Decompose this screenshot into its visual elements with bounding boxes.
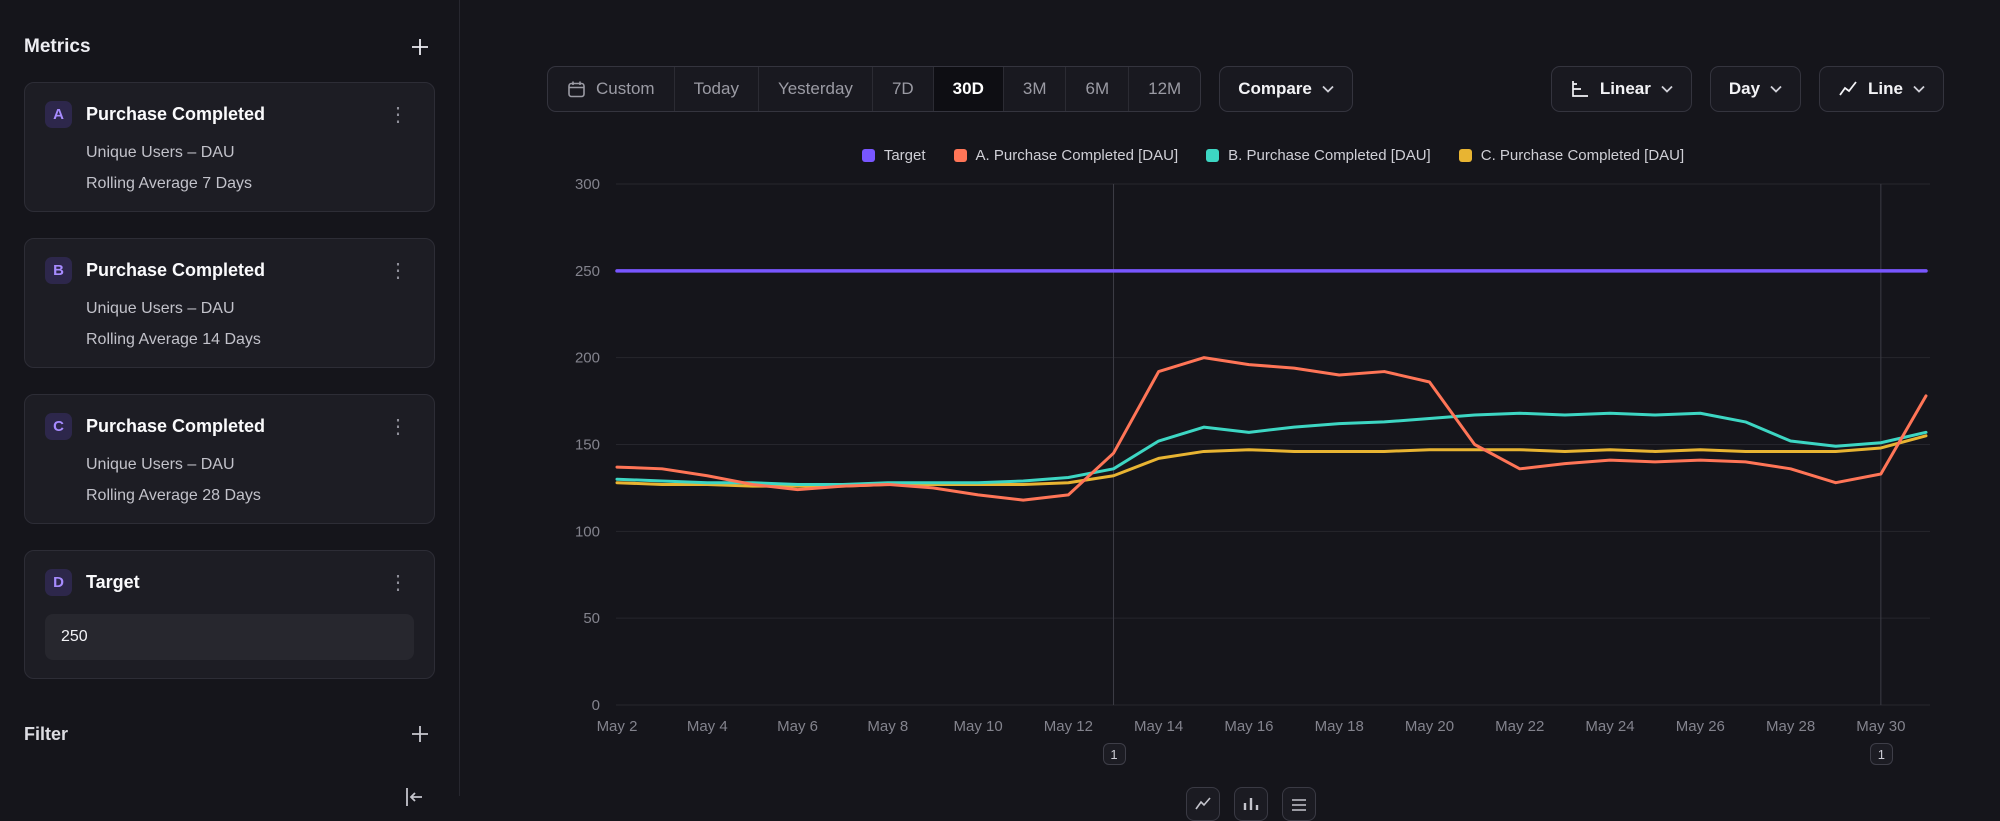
- sidebar-header: Metrics: [24, 30, 435, 64]
- metric-card-b[interactable]: B Purchase Completed ⋮ Unique Users – DA…: [24, 238, 435, 368]
- kebab-menu-icon[interactable]: ⋮: [382, 103, 414, 127]
- line-chart: 0 50 100 150 200 250 300 May 2 May 4 May 6 May 8 Ma…: [460, 0, 2000, 796]
- y-tick-label: 50: [583, 610, 600, 627]
- metric-card-header: B Purchase Completed ⋮: [45, 257, 414, 284]
- kebab-menu-icon[interactable]: ⋮: [382, 415, 414, 439]
- x-tick-label: May 18: [1315, 718, 1364, 735]
- metric-rolling-average[interactable]: Rolling Average 14 Days: [45, 331, 414, 349]
- metric-measure[interactable]: Unique Users – DAU: [45, 144, 414, 162]
- metric-measure[interactable]: Unique Users – DAU: [45, 456, 414, 474]
- metric-badge: C: [45, 413, 72, 440]
- collapse-left-icon: [402, 785, 426, 809]
- x-tick-label: May 24: [1585, 718, 1634, 735]
- x-tick-label: May 30: [1856, 718, 1905, 735]
- metric-title: Purchase Completed: [86, 416, 368, 437]
- y-tick-label: 250: [575, 263, 600, 280]
- metric-card-c[interactable]: C Purchase Completed ⋮ Unique Users – DA…: [24, 394, 435, 524]
- target-card[interactable]: D Target ⋮: [24, 550, 435, 679]
- collapse-sidebar-button[interactable]: [398, 781, 430, 813]
- kebab-menu-icon[interactable]: ⋮: [382, 259, 414, 283]
- metric-title: Purchase Completed: [86, 260, 368, 281]
- metric-rolling-average[interactable]: Rolling Average 28 Days: [45, 487, 414, 505]
- metric-rolling-average[interactable]: Rolling Average 7 Days: [45, 175, 414, 193]
- metric-card-header: C Purchase Completed ⋮: [45, 413, 414, 440]
- target-card-header: D Target ⋮: [45, 569, 414, 596]
- y-tick-label: 300: [575, 176, 600, 193]
- metric-badge: A: [45, 101, 72, 128]
- y-tick-label: 150: [575, 437, 600, 454]
- chart-style-stacked-button[interactable]: [1282, 787, 1316, 821]
- plus-icon: [409, 723, 431, 745]
- metric-card-a[interactable]: A Purchase Completed ⋮ Unique Users – DA…: [24, 82, 435, 212]
- x-tick-label: May 28: [1766, 718, 1815, 735]
- metric-title: Purchase Completed: [86, 104, 368, 125]
- metric-measure[interactable]: Unique Users – DAU: [45, 300, 414, 318]
- y-tick-label: 200: [575, 350, 600, 367]
- x-tick-label: May 16: [1224, 718, 1273, 735]
- chart-panel: Custom Today Yesterday 7D 30D 3M 6M 12M …: [460, 0, 2000, 796]
- chart-style-line-button[interactable]: [1186, 787, 1220, 821]
- add-metric-button[interactable]: [405, 32, 435, 62]
- kebab-menu-icon[interactable]: ⋮: [382, 571, 414, 595]
- y-tick-label: 100: [575, 523, 600, 540]
- target-title: Target: [86, 572, 368, 593]
- x-tick-label: May 20: [1405, 718, 1454, 735]
- x-tick-label: May 14: [1134, 718, 1183, 735]
- metric-badge: B: [45, 257, 72, 284]
- metrics-sidebar: Metrics A Purchase Completed ⋮ Unique Us…: [0, 0, 460, 796]
- filter-section-header: Filter: [24, 719, 435, 749]
- add-filter-button[interactable]: [405, 719, 435, 749]
- x-tick-label: May 10: [954, 718, 1003, 735]
- plus-icon: [409, 36, 431, 58]
- annotation-badge[interactable]: 1: [1870, 743, 1893, 765]
- line-style-icon: [1194, 795, 1212, 813]
- x-tick-label: May 6: [777, 718, 818, 735]
- x-tick-label: May 26: [1676, 718, 1725, 735]
- chart-style-bar-button[interactable]: [1234, 787, 1268, 821]
- x-tick-label: May 12: [1044, 718, 1093, 735]
- series-line-b[interactable]: [617, 413, 1926, 484]
- y-tick-label: 0: [592, 697, 600, 714]
- bar-style-icon: [1242, 795, 1260, 813]
- stacked-style-icon: [1290, 795, 1308, 813]
- x-tick-label: May 2: [597, 718, 638, 735]
- x-tick-label: May 8: [867, 718, 908, 735]
- x-tick-label: May 4: [687, 718, 728, 735]
- metrics-title: Metrics: [24, 36, 91, 58]
- x-tick-label: May 22: [1495, 718, 1544, 735]
- metric-card-header: A Purchase Completed ⋮: [45, 101, 414, 128]
- chart-style-group: [1186, 787, 1316, 821]
- metric-badge: D: [45, 569, 72, 596]
- filter-title: Filter: [24, 724, 68, 745]
- target-value-input[interactable]: [45, 614, 414, 660]
- annotation-badge[interactable]: 1: [1103, 743, 1126, 765]
